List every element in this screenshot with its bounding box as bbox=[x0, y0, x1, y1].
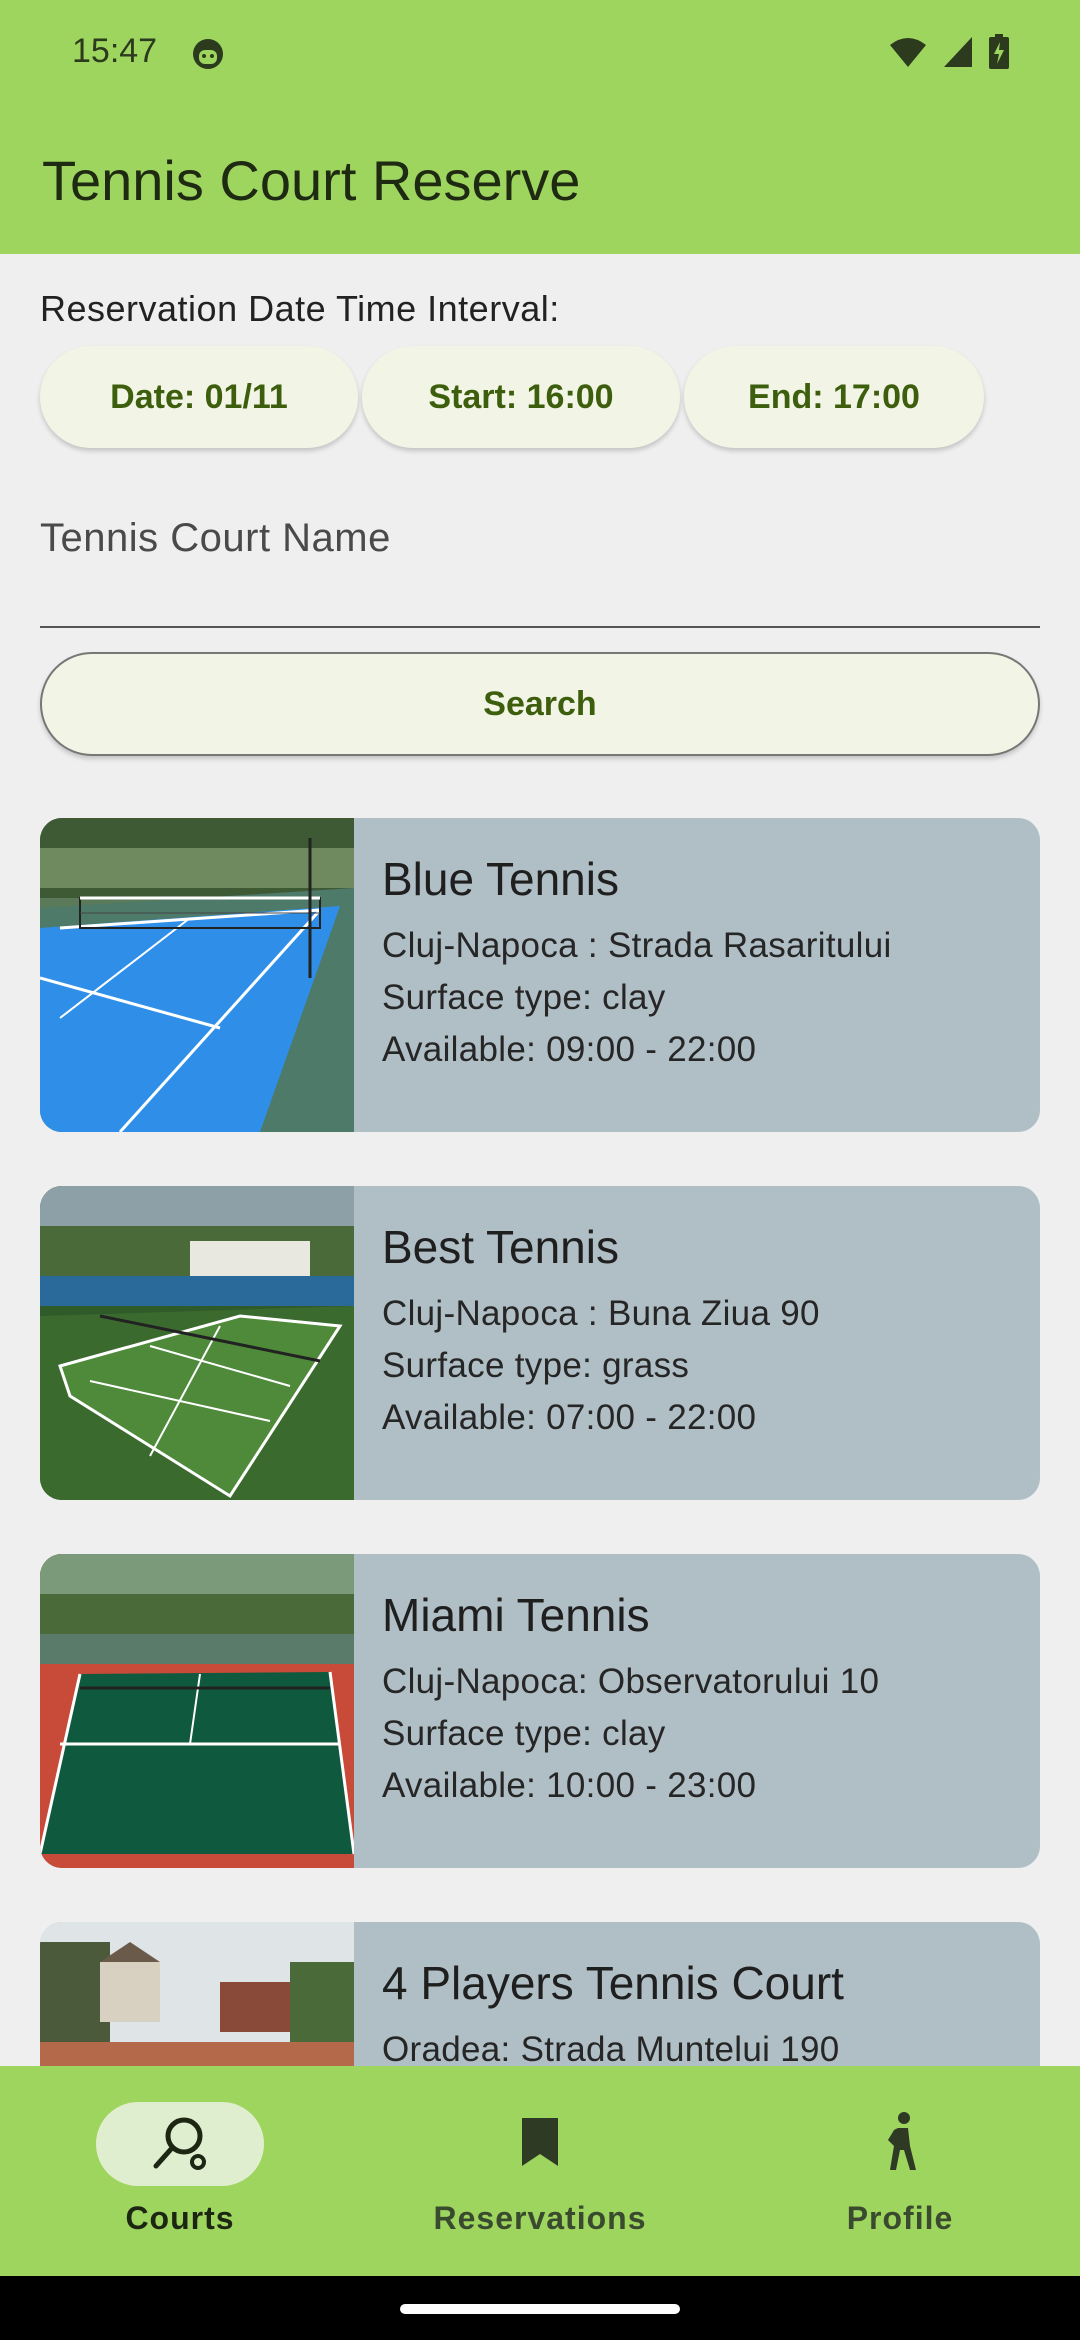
start-time-chip[interactable]: Start: 16:00 bbox=[362, 346, 680, 448]
app-bar: Tennis Court Reserve bbox=[0, 108, 1080, 254]
blue-court-photo bbox=[40, 818, 354, 1132]
wifi-icon bbox=[888, 35, 928, 74]
person-walking-icon bbox=[876, 2110, 924, 2179]
court-name-field-underline bbox=[40, 626, 1040, 628]
nav-label-profile: Profile bbox=[846, 2200, 954, 2236]
main-content[interactable]: Reservation Date Time Interval: Date: 01… bbox=[0, 254, 1080, 2066]
nav-pill bbox=[456, 2102, 624, 2186]
bottom-navigation: Courts Reservations Profile bbox=[0, 2066, 1080, 2276]
court-name: 4 Players Tennis Court bbox=[382, 1957, 844, 2009]
court-address: Cluj-Napoca: Observatorului 10 bbox=[382, 1662, 880, 1701]
court-surface: Surface type: grass bbox=[382, 1346, 690, 1385]
court-list: Blue Tennis Cluj-Napoca : Strada Rasarit… bbox=[40, 818, 1040, 2066]
status-icons bbox=[888, 34, 1010, 75]
green-court-photo bbox=[40, 1186, 354, 1500]
court-address: Cluj-Napoca : Buna Ziua 90 bbox=[382, 1294, 820, 1333]
court-info: Blue Tennis Cluj-Napoca : Strada Rasarit… bbox=[382, 852, 892, 1076]
court-name-field-label[interactable]: Tennis Court Name bbox=[40, 516, 391, 561]
search-button[interactable]: Search bbox=[40, 652, 1040, 756]
end-time-chip[interactable]: End: 17:00 bbox=[684, 346, 984, 448]
app-title: Tennis Court Reserve bbox=[42, 149, 581, 212]
nav-label-reservations: Reservations bbox=[433, 2200, 647, 2236]
court-name: Miami Tennis bbox=[382, 1589, 650, 1641]
court-surface: Surface type: clay bbox=[382, 978, 666, 1017]
nav-item-courts[interactable]: Courts bbox=[30, 2102, 330, 2237]
court-name: Best Tennis bbox=[382, 1221, 619, 1273]
court-card[interactable]: Miami Tennis Cluj-Napoca: Observatorului… bbox=[40, 1554, 1040, 1868]
search-icon bbox=[148, 2110, 212, 2179]
status-time: 15:47 bbox=[72, 32, 158, 70]
court-card[interactable]: Blue Tennis Cluj-Napoca : Strada Rasarit… bbox=[40, 818, 1040, 1132]
status-bar: 15:47 bbox=[0, 0, 1080, 108]
gesture-handle[interactable] bbox=[400, 2304, 680, 2314]
screen: 15:47 Tennis Court Reserve Reservation D… bbox=[0, 0, 1080, 2340]
date-chip[interactable]: Date: 01/11 bbox=[40, 346, 358, 448]
court-info: Best Tennis Cluj-Napoca : Buna Ziua 90 S… bbox=[382, 1220, 820, 1444]
nav-pill bbox=[816, 2102, 984, 2186]
nav-pill-active bbox=[96, 2102, 264, 2186]
court-card[interactable]: Best Tennis Cluj-Napoca : Buna Ziua 90 S… bbox=[40, 1186, 1040, 1500]
court-info: Miami Tennis Cluj-Napoca: Observatorului… bbox=[382, 1588, 879, 1812]
red-green-court-photo bbox=[40, 1554, 356, 1868]
village-court-photo bbox=[40, 1922, 354, 2066]
nav-label-courts: Courts bbox=[125, 2200, 235, 2236]
nav-item-reservations[interactable]: Reservations bbox=[390, 2102, 690, 2237]
court-availability: Available: 07:00 - 22:00 bbox=[382, 1398, 757, 1437]
court-info: 4 Players Tennis Court Oradea: Strada Mu… bbox=[382, 1956, 844, 2066]
court-availability: Available: 10:00 - 23:00 bbox=[382, 1766, 757, 1805]
interval-label: Reservation Date Time Interval: bbox=[40, 288, 560, 329]
bookmark-icon bbox=[516, 2114, 564, 2175]
system-gesture-area bbox=[0, 2276, 1080, 2340]
battery-charging-icon bbox=[988, 34, 1010, 75]
face-icon bbox=[190, 36, 226, 77]
court-card[interactable]: 4 Players Tennis Court Oradea: Strada Mu… bbox=[40, 1922, 1040, 2066]
signal-icon bbox=[942, 35, 974, 74]
court-name: Blue Tennis bbox=[382, 853, 619, 905]
court-surface: Surface type: clay bbox=[382, 1714, 666, 1753]
court-availability: Available: 09:00 - 22:00 bbox=[382, 1030, 757, 1069]
court-address: Cluj-Napoca : Strada Rasaritului bbox=[382, 926, 892, 965]
nav-item-profile[interactable]: Profile bbox=[750, 2102, 1050, 2237]
court-address: Oradea: Strada Muntelui 190 bbox=[382, 2030, 840, 2066]
